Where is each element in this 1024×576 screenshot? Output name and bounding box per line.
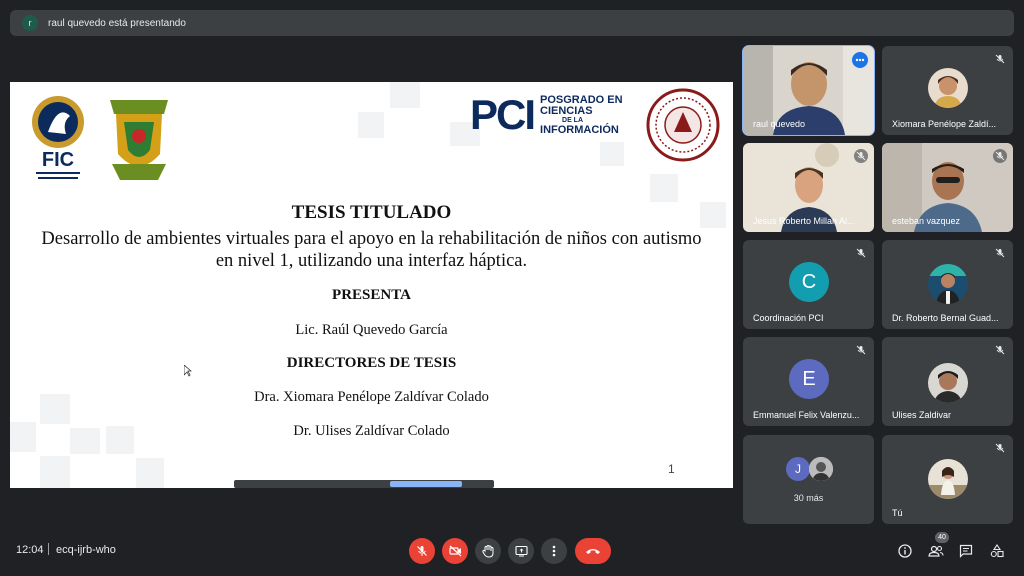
participant-avatar: E xyxy=(789,359,829,399)
participant-name: Emmanuel Felix Valenzu... xyxy=(753,410,860,420)
chat-button[interactable] xyxy=(957,542,975,560)
slide-title: TESIS TITULADO xyxy=(291,202,452,223)
participant-avatar xyxy=(928,68,968,108)
pci-sub-line: POSGRADO EN xyxy=(540,93,623,106)
fic-logo-text: FIC xyxy=(42,149,74,171)
more-participants-count: 30 más xyxy=(793,493,824,503)
mic-off-icon xyxy=(993,52,1007,66)
slide-director-2: Dr. Ulises Zaldívar Colado xyxy=(293,423,450,439)
present-icon xyxy=(514,545,528,557)
presenter-avatar: r xyxy=(22,15,38,31)
participant-tile[interactable]: raul quevedo xyxy=(742,45,875,136)
participant-tile[interactable]: Xiomara Penélope Zaldí... xyxy=(882,46,1013,135)
slide-presenta-label: PRESENTA xyxy=(332,287,411,303)
participant-avatar xyxy=(928,459,968,499)
participant-name: Xiomara Penélope Zaldí... xyxy=(892,119,997,129)
slide-presenter-name: Lic. Raúl Quevedo García xyxy=(295,322,448,338)
slide-decoration xyxy=(358,112,384,138)
mic-off-icon xyxy=(854,246,868,260)
leave-call-button[interactable] xyxy=(575,538,611,564)
participant-avatar xyxy=(928,264,968,304)
participant-avatar: C xyxy=(789,262,829,302)
activities-icon xyxy=(990,544,1004,558)
participant-name: Ulises Zaldivar xyxy=(892,410,952,420)
participant-tile[interactable]: E Emmanuel Felix Valenzu... xyxy=(743,337,874,426)
pci-sub-line: INFORMACIÓN xyxy=(540,123,619,136)
end-call-icon xyxy=(586,549,600,554)
people-button[interactable] xyxy=(927,542,945,560)
mic-off-icon xyxy=(993,441,1007,455)
slide-directors-label: DIRECTORES DE TESIS xyxy=(286,355,457,371)
participant-tile[interactable]: esteban vazquez xyxy=(882,143,1013,232)
clock: 12:04 xyxy=(16,544,44,556)
raise-hand-icon xyxy=(482,544,494,558)
mouse-cursor-icon xyxy=(184,365,192,377)
participant-name: Tú xyxy=(892,508,903,518)
slide-description: Desarrollo de ambientes virtuales para e… xyxy=(41,229,702,271)
participant-tile[interactable]: Dr. Roberto Bernal Guad... xyxy=(882,240,1013,329)
info-icon xyxy=(898,544,912,558)
people-icon xyxy=(928,545,944,557)
pci-sub-line: CIENCIAS xyxy=(540,104,593,117)
participant-name: Jesus Roberto Millan Al... xyxy=(753,216,855,226)
mic-off-icon xyxy=(854,343,868,357)
mic-off-icon xyxy=(993,343,1007,357)
chat-icon xyxy=(959,544,973,558)
participant-name: esteban vazquez xyxy=(892,216,961,226)
pci-logo: PCI POSGRADO EN CIENCIAS DE LA INFORMACI… xyxy=(470,94,623,136)
participant-name: raul quevedo xyxy=(753,119,806,129)
mic-toggle-button[interactable] xyxy=(409,538,435,564)
present-screen-button[interactable] xyxy=(508,538,534,564)
university-seal-logo xyxy=(646,88,720,162)
mic-off-icon xyxy=(854,149,868,163)
camera-toggle-button[interactable] xyxy=(442,538,468,564)
camera-off-icon xyxy=(448,545,461,557)
participant-tile[interactable]: Jesus Roberto Millan Al... xyxy=(743,143,874,232)
more-participants-tile[interactable]: J 30 más xyxy=(743,435,874,524)
mic-off-icon xyxy=(993,149,1007,163)
divider xyxy=(48,543,49,555)
participant-name: Dr. Roberto Bernal Guad... xyxy=(892,313,999,323)
university-shield-logo xyxy=(110,100,168,180)
participant-tile[interactable]: Ulises Zaldivar xyxy=(882,337,1013,426)
meeting-details-button[interactable] xyxy=(896,542,914,560)
slide-decoration xyxy=(136,458,164,488)
activities-button[interactable] xyxy=(988,542,1006,560)
participant-name: Coordinación PCI xyxy=(753,313,824,323)
slide-toolbar-highlight[interactable] xyxy=(390,481,462,487)
slide-decoration xyxy=(40,456,70,488)
participant-avatar xyxy=(809,457,833,481)
mic-off-icon xyxy=(993,246,1007,260)
mic-off-icon xyxy=(417,546,427,556)
presenting-banner: r raul quevedo está presentando xyxy=(10,10,1014,36)
self-tile[interactable]: Tú xyxy=(882,435,1013,524)
slide-director-1: Dra. Xiomara Penélope Zaldívar Colado xyxy=(254,389,489,405)
meeting-code: ecq-ijrb-who xyxy=(56,544,116,556)
fic-logo: FIC xyxy=(32,96,84,179)
slide-decoration xyxy=(390,82,420,108)
slide-toolbar[interactable] xyxy=(234,480,494,488)
slide-decoration xyxy=(650,174,678,202)
more-options-button[interactable] xyxy=(541,538,567,564)
bottom-control-bar: 12:04 ecq-ijrb-who 40 xyxy=(0,530,1024,570)
slide-page-number: 1 xyxy=(668,462,675,476)
shared-slide: FIC PCI POSGRADO EN CIENCIAS DE LA INFOR… xyxy=(10,82,733,488)
raise-hand-button[interactable] xyxy=(475,538,501,564)
presenting-status: raul quevedo está presentando xyxy=(48,17,186,29)
participant-avatar: J xyxy=(786,457,810,481)
pci-logo-text: PCI xyxy=(470,91,536,138)
people-count-badge: 40 xyxy=(935,532,949,543)
pci-logo-subtitle: POSGRADO EN CIENCIAS DE LA INFORMACIÓN xyxy=(540,93,623,136)
participant-tile[interactable]: C Coordinación PCI xyxy=(743,240,874,329)
participant-avatar xyxy=(928,363,968,403)
more-options-icon[interactable] xyxy=(852,52,868,68)
slide-decoration xyxy=(600,142,624,166)
more-vert-icon xyxy=(552,545,556,557)
